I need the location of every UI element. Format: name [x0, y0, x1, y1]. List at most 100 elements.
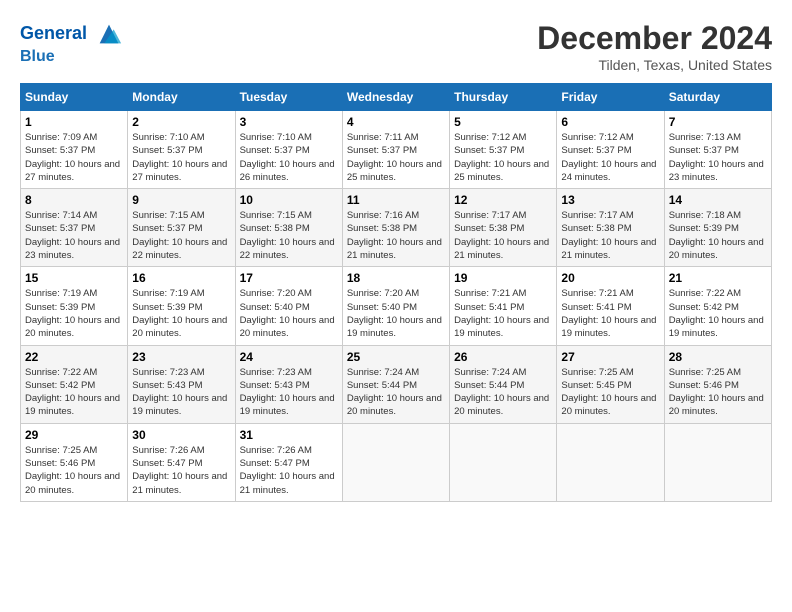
day-number: 6	[561, 115, 659, 129]
day-number: 2	[132, 115, 230, 129]
day-number: 26	[454, 350, 552, 364]
day-number: 30	[132, 428, 230, 442]
weekday-header-sunday: Sunday	[21, 84, 128, 111]
calendar-cell: 18 Sunrise: 7:20 AMSunset: 5:40 PMDayligh…	[342, 267, 449, 345]
day-info: Sunrise: 7:17 AMSunset: 5:38 PMDaylight:…	[454, 209, 552, 262]
calendar-cell: 23 Sunrise: 7:23 AMSunset: 5:43 PMDayligh…	[128, 345, 235, 423]
weekday-header-saturday: Saturday	[664, 84, 771, 111]
calendar-cell	[557, 423, 664, 501]
calendar-cell: 15Sunrise: 7:19 AMSunset: 5:39 PMDayligh…	[21, 267, 128, 345]
day-info: Sunrise: 7:12 AMSunset: 5:37 PMDaylight:…	[454, 131, 552, 184]
calendar-cell: 19Sunrise: 7:21 AMSunset: 5:41 PMDayligh…	[450, 267, 557, 345]
calendar-cell: 9 Sunrise: 7:15 AMSunset: 5:37 PMDaylight…	[128, 189, 235, 267]
day-info: Sunrise: 7:22 AMSunset: 5:42 PMDaylight:…	[25, 366, 123, 419]
calendar-cell: 22 Sunrise: 7:22 AMSunset: 5:42 PMDayligh…	[21, 345, 128, 423]
day-info: Sunrise: 7:26 AMSunset: 5:47 PMDaylight:…	[132, 444, 230, 497]
calendar-week-5: 29Sunrise: 7:25 AMSunset: 5:46 PMDayligh…	[21, 423, 772, 501]
weekday-header-tuesday: Tuesday	[235, 84, 342, 111]
day-info: Sunrise: 7:26 AMSunset: 5:47 PMDaylight:…	[240, 444, 338, 497]
day-info: Sunrise: 7:18 AMSunset: 5:39 PMDaylight:…	[669, 209, 767, 262]
day-number: 19	[454, 271, 552, 285]
day-number: 4	[347, 115, 445, 129]
day-info: Sunrise: 7:24 AMSunset: 5:44 PMDaylight:…	[454, 366, 552, 419]
calendar-cell: 20 Sunrise: 7:21 AMSunset: 5:41 PMDayligh…	[557, 267, 664, 345]
day-info: Sunrise: 7:21 AMSunset: 5:41 PMDaylight:…	[561, 287, 659, 340]
calendar-week-2: 8Sunrise: 7:14 AMSunset: 5:37 PMDaylight…	[21, 189, 772, 267]
calendar-cell: 27Sunrise: 7:25 AMSunset: 5:45 PMDayligh…	[557, 345, 664, 423]
calendar-cell: 28 Sunrise: 7:25 AMSunset: 5:46 PMDayligh…	[664, 345, 771, 423]
day-number: 18	[347, 271, 445, 285]
calendar-cell: 21 Sunrise: 7:22 AMSunset: 5:42 PMDayligh…	[664, 267, 771, 345]
day-info: Sunrise: 7:11 AMSunset: 5:37 PMDaylight:…	[347, 131, 445, 184]
calendar-week-4: 22 Sunrise: 7:22 AMSunset: 5:42 PMDayligh…	[21, 345, 772, 423]
month-title: December 2024	[537, 20, 772, 57]
day-info: Sunrise: 7:20 AMSunset: 5:40 PMDaylight:…	[240, 287, 338, 340]
day-info: Sunrise: 7:19 AMSunset: 5:39 PMDaylight:…	[132, 287, 230, 340]
calendar-cell: 25Sunrise: 7:24 AMSunset: 5:44 PMDayligh…	[342, 345, 449, 423]
calendar-cell: 6 Sunrise: 7:12 AMSunset: 5:37 PMDaylight…	[557, 111, 664, 189]
day-info: Sunrise: 7:14 AMSunset: 5:37 PMDaylight:…	[25, 209, 123, 262]
day-number: 3	[240, 115, 338, 129]
calendar-cell: 16 Sunrise: 7:19 AMSunset: 5:39 PMDayligh…	[128, 267, 235, 345]
day-info: Sunrise: 7:20 AMSunset: 5:40 PMDaylight:…	[347, 287, 445, 340]
weekday-header-friday: Friday	[557, 84, 664, 111]
day-info: Sunrise: 7:17 AMSunset: 5:38 PMDaylight:…	[561, 209, 659, 262]
calendar-week-1: 1Sunrise: 7:09 AMSunset: 5:37 PMDaylight…	[21, 111, 772, 189]
day-number: 9	[132, 193, 230, 207]
weekday-header-monday: Monday	[128, 84, 235, 111]
calendar-cell: 5 Sunrise: 7:12 AMSunset: 5:37 PMDaylight…	[450, 111, 557, 189]
day-number: 20	[561, 271, 659, 285]
calendar-cell: 4 Sunrise: 7:11 AMSunset: 5:37 PMDaylight…	[342, 111, 449, 189]
day-number: 13	[561, 193, 659, 207]
day-number: 28	[669, 350, 767, 364]
day-info: Sunrise: 7:23 AMSunset: 5:43 PMDaylight:…	[132, 366, 230, 419]
day-number: 23	[132, 350, 230, 364]
calendar-cell: 8Sunrise: 7:14 AMSunset: 5:37 PMDaylight…	[21, 189, 128, 267]
calendar-cell: 13 Sunrise: 7:17 AMSunset: 5:38 PMDayligh…	[557, 189, 664, 267]
logo-general: General	[20, 23, 87, 43]
day-number: 7	[669, 115, 767, 129]
day-number: 29	[25, 428, 123, 442]
calendar-week-3: 15 Sunrise: 7:19 AMSunset: 5:39 PMDayligh…	[21, 267, 772, 345]
day-info: Sunrise: 7:13 AMSunset: 5:37 PMDaylight:…	[669, 131, 767, 184]
day-info: Sunrise: 7:15 AMSunset: 5:37 PMDaylight:…	[132, 209, 230, 262]
day-number: 5	[454, 115, 552, 129]
day-info: Sunrise: 7:16 AMSunset: 5:38 PMDaylight:…	[347, 209, 445, 262]
day-number: 12	[454, 193, 552, 207]
calendar-cell: 1Sunrise: 7:09 AMSunset: 5:37 PMDaylight…	[21, 111, 128, 189]
location-title: Tilden, Texas, United States	[537, 57, 772, 73]
calendar-cell: 2Sunrise: 7:10 AMSunset: 5:37 PMDaylight…	[128, 111, 235, 189]
calendar-cell: 3 Sunrise: 7:10 AMSunset: 5:37 PMDaylight…	[235, 111, 342, 189]
title-area: December 2024 Tilden, Texas, United Stat…	[537, 20, 772, 73]
day-number: 14	[669, 193, 767, 207]
calendar-cell: 14 Sunrise: 7:18 AMSunset: 5:39 PMDayligh…	[664, 189, 771, 267]
day-number: 17	[240, 271, 338, 285]
header: General Blue December 2024 Tilden, Texas…	[20, 20, 772, 73]
calendar-header-row: SundayMondayTuesdayWednesdayThursdayFrid…	[21, 84, 772, 111]
day-info: Sunrise: 7:15 AMSunset: 5:38 PMDaylight:…	[240, 209, 338, 262]
logo: General Blue	[20, 20, 123, 66]
calendar-cell: 7 Sunrise: 7:13 AMSunset: 5:37 PMDaylight…	[664, 111, 771, 189]
calendar-cell	[664, 423, 771, 501]
calendar: SundayMondayTuesdayWednesdayThursdayFrid…	[20, 83, 772, 502]
logo-blue: Blue	[20, 48, 123, 66]
calendar-cell: 10Sunrise: 7:15 AMSunset: 5:38 PMDayligh…	[235, 189, 342, 267]
weekday-header-wednesday: Wednesday	[342, 84, 449, 111]
day-number: 1	[25, 115, 123, 129]
calendar-cell: 17 Sunrise: 7:20 AMSunset: 5:40 PMDayligh…	[235, 267, 342, 345]
calendar-cell: 30 Sunrise: 7:26 AMSunset: 5:47 PMDayligh…	[128, 423, 235, 501]
day-info: Sunrise: 7:23 AMSunset: 5:43 PMDaylight:…	[240, 366, 338, 419]
day-info: Sunrise: 7:12 AMSunset: 5:37 PMDaylight:…	[561, 131, 659, 184]
calendar-cell: 11Sunrise: 7:16 AMSunset: 5:38 PMDayligh…	[342, 189, 449, 267]
day-info: Sunrise: 7:22 AMSunset: 5:42 PMDaylight:…	[669, 287, 767, 340]
day-info: Sunrise: 7:25 AMSunset: 5:46 PMDaylight:…	[669, 366, 767, 419]
day-number: 16	[132, 271, 230, 285]
day-number: 21	[669, 271, 767, 285]
calendar-cell: 12 Sunrise: 7:17 AMSunset: 5:38 PMDayligh…	[450, 189, 557, 267]
day-number: 15	[25, 271, 123, 285]
day-number: 31	[240, 428, 338, 442]
day-info: Sunrise: 7:10 AMSunset: 5:37 PMDaylight:…	[240, 131, 338, 184]
day-number: 22	[25, 350, 123, 364]
calendar-cell: 26 Sunrise: 7:24 AMSunset: 5:44 PMDayligh…	[450, 345, 557, 423]
calendar-cell	[342, 423, 449, 501]
